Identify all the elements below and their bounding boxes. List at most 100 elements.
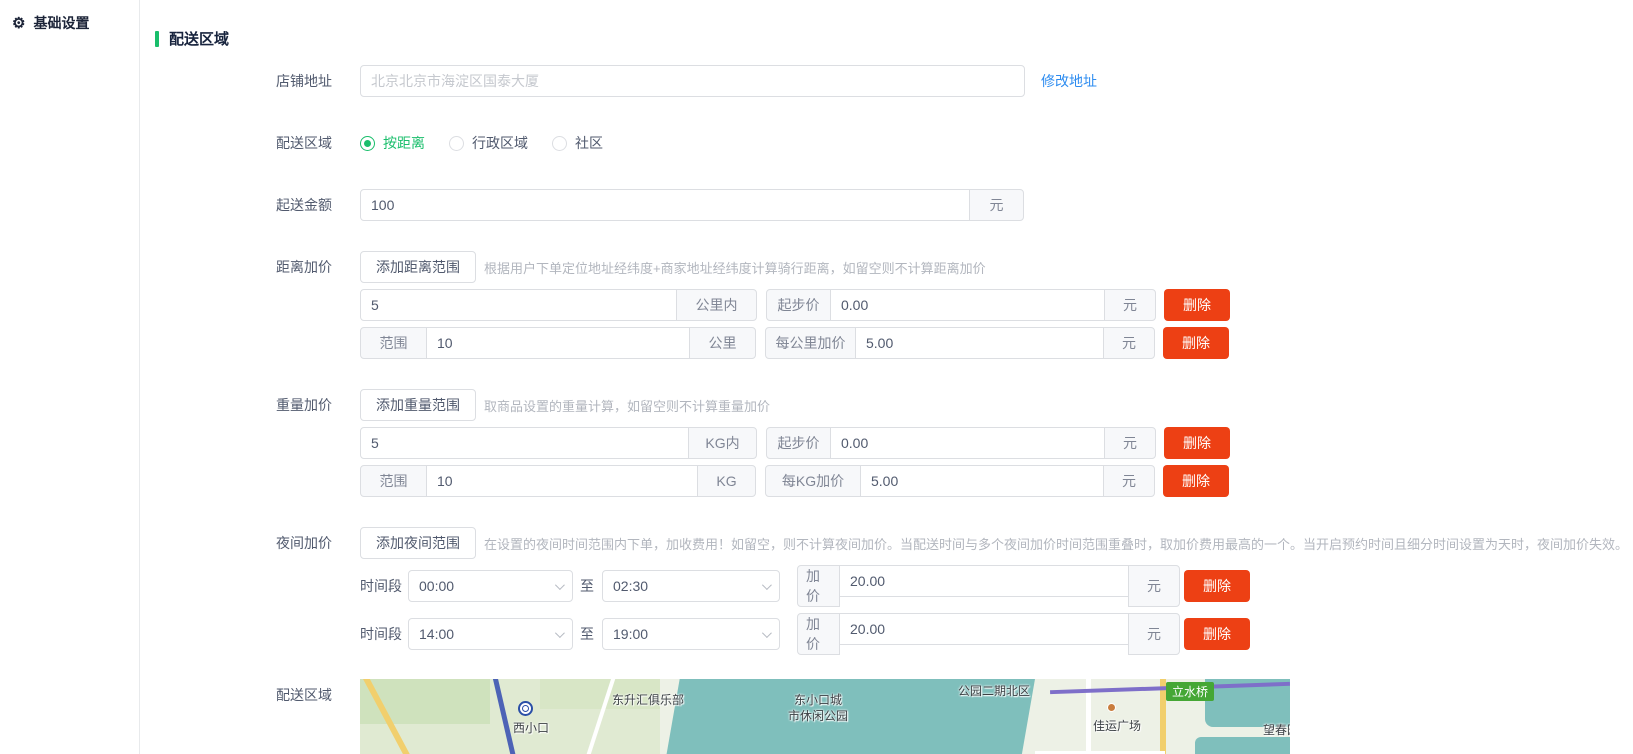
km-suffix: 公里 (689, 327, 756, 359)
chevron-down-icon (555, 628, 565, 638)
weight-label: 重量加价 (140, 389, 360, 421)
area-type-radio-group: 按距离 行政区域 社区 (360, 127, 627, 159)
radio-community[interactable]: 社区 (552, 127, 603, 159)
delete-button[interactable]: 删除 (1184, 618, 1250, 650)
map-row: 配送区域 东升汇俱乐部 (140, 679, 1633, 754)
distance-range-input[interactable] (426, 327, 690, 359)
delete-button[interactable]: 删除 (1164, 289, 1230, 321)
area-type-label: 配送区域 (140, 127, 360, 159)
delete-button[interactable]: 删除 (1163, 465, 1229, 497)
kg-within-suffix: KG内 (688, 427, 757, 459)
chevron-down-icon (762, 580, 772, 590)
radio-unselected-icon (449, 136, 464, 151)
distance-limit-input[interactable] (360, 289, 677, 321)
yuan-suffix: 元 (1128, 565, 1180, 607)
distance-toolbar: 添加距离范围 根据用户下单定位地址经纬度+商家地址经纬度计算骑行距离，如留空则不… (360, 251, 1230, 283)
yuan-suffix: 元 (1104, 289, 1156, 321)
weight-base-price-input[interactable] (830, 427, 1105, 459)
weight-toolbar: 添加重量范围 取商品设置的重量计算，如留空则不计算重量加价 (360, 389, 1230, 421)
min-amount-controls: 元 (360, 189, 1024, 221)
page-title: 配送区域 (169, 28, 229, 49)
map-water-right-bottom (1195, 737, 1290, 754)
delete-button[interactable]: 删除 (1184, 570, 1250, 602)
store-address-controls: 修改地址 (360, 65, 1097, 97)
add-weight-range-button[interactable]: 添加重量范围 (360, 389, 476, 421)
night-row-2: 时间段 14:00 至 19:00 加价 元 删除 (360, 613, 1628, 655)
radio-by-distance[interactable]: 按距离 (360, 127, 425, 159)
radio-selected-icon (360, 136, 375, 151)
distance-controls: 添加距离范围 根据用户下单定位地址经纬度+商家地址经纬度计算骑行距离，如留空则不… (360, 251, 1230, 359)
add-distance-range-button[interactable]: 添加距离范围 (360, 251, 476, 283)
metro-icon (518, 701, 533, 716)
weight-limit-group: KG内 (360, 427, 757, 459)
min-amount-input[interactable] (360, 189, 970, 221)
map-label-jiayun-plaza: 佳运广场 (1093, 717, 1141, 734)
surcharge-prefix: 加价 (797, 565, 840, 607)
distance-row-2: 范围 公里 每公里加价 元 删除 (360, 327, 1230, 359)
night-end-select[interactable]: 02:30 (602, 570, 780, 602)
yuan-suffix: 元 (1104, 427, 1156, 459)
night-price-input[interactable] (839, 613, 1129, 645)
delivery-map[interactable]: 东升汇俱乐部 西小口 东小口城 市休闲公园 公园二期北区 佳运广场 立水桥 望春… (360, 679, 1290, 754)
distance-base-price-input[interactable] (830, 289, 1105, 321)
select-value: 02:30 (613, 578, 648, 594)
sidebar-item-label: 基础设置 (33, 13, 89, 33)
per-kg-price-input[interactable] (860, 465, 1104, 497)
night-toolbar: 添加夜间范围 在设置的夜间时间范围内下单，加收费用！如留空，则不计算夜间加价。当… (360, 527, 1628, 559)
night-row-1: 时间段 00:00 至 02:30 加价 元 删除 (360, 565, 1628, 607)
weight-limit-input[interactable] (360, 427, 689, 459)
delete-button[interactable]: 删除 (1164, 427, 1230, 459)
kg-suffix: KG (697, 465, 756, 497)
distance-hint: 根据用户下单定位地址经纬度+商家地址经纬度计算骑行距离，如留空则不计算距离加价 (484, 258, 986, 277)
distance-surcharge-section: 距离加价 添加距离范围 根据用户下单定位地址经纬度+商家地址经纬度计算骑行距离，… (140, 251, 1633, 359)
night-label: 夜间加价 (140, 527, 360, 559)
map-label-park-line1: 东小口城 (788, 692, 848, 708)
night-hint: 在设置的夜间时间范围内下单，加收费用！如留空，则不计算夜间加价。当配送时间与多个… (484, 534, 1628, 553)
distance-base-price-group: 起步价 元 (766, 289, 1156, 321)
chevron-down-icon (555, 580, 565, 590)
poi-icon (1107, 703, 1116, 712)
map-label-xixiaokou: 西小口 (513, 719, 549, 736)
edit-address-link[interactable]: 修改地址 (1041, 65, 1097, 97)
night-surcharge-section: 夜间加价 添加夜间范围 在设置的夜间时间范围内下单，加收费用！如留空，则不计算夜… (140, 527, 1633, 655)
delete-button[interactable]: 删除 (1163, 327, 1229, 359)
night-end-select[interactable]: 19:00 (602, 618, 780, 650)
to-label: 至 (580, 570, 594, 602)
main-content: 配送区域 店铺地址 修改地址 配送区域 按距离 行政区域 (140, 0, 1633, 754)
map-label-park-north: 公园二期北区 (958, 682, 1030, 699)
radio-admin-region[interactable]: 行政区域 (449, 127, 528, 159)
night-start-select[interactable]: 14:00 (408, 618, 573, 650)
min-amount-row: 起送金额 元 (140, 189, 1633, 221)
night-controls: 添加夜间范围 在设置的夜间时间范围内下单，加收费用！如留空，则不计算夜间加价。当… (360, 527, 1628, 655)
yuan-suffix: 元 (1103, 327, 1155, 359)
add-night-range-button[interactable]: 添加夜间范围 (360, 527, 476, 559)
km-within-suffix: 公里内 (676, 289, 757, 321)
per-kg-price-group: 每KG加价 元 (765, 465, 1155, 497)
per-km-prefix: 每公里加价 (765, 327, 856, 359)
distance-label: 距离加价 (140, 251, 360, 283)
min-amount-group: 元 (360, 189, 1024, 221)
night-start-select[interactable]: 00:00 (408, 570, 573, 602)
night-price-input[interactable] (839, 565, 1129, 597)
map-label-lishuiqiao: 立水桥 (1166, 682, 1214, 701)
per-km-price-input[interactable] (855, 327, 1104, 359)
weight-range-input[interactable] (426, 465, 698, 497)
per-km-price-group: 每公里加价 元 (765, 327, 1155, 359)
weight-row-1: KG内 起步价 元 删除 (360, 427, 1230, 459)
store-address-row: 店铺地址 修改地址 (140, 65, 1633, 97)
weight-controls: 添加重量范围 取商品设置的重量计算，如留空则不计算重量加价 KG内 起步价 元 … (360, 389, 1230, 497)
area-type-row: 配送区域 按距离 行政区域 社区 (140, 127, 1633, 159)
per-kg-prefix: 每KG加价 (765, 465, 861, 497)
period-label: 时间段 (360, 618, 402, 650)
map-label-text: 配送区域 (140, 679, 360, 711)
distance-range-group: 范围 公里 (360, 327, 756, 359)
surcharge-prefix: 加价 (797, 613, 840, 655)
map-label-park: 东小口城 市休闲公园 (788, 692, 848, 724)
range-prefix: 范围 (360, 465, 427, 497)
sidebar-item-basic-settings[interactable]: ⚙ 基础设置 (0, 0, 139, 46)
chevron-down-icon (762, 628, 772, 638)
weight-hint: 取商品设置的重量计算，如留空则不计算重量加价 (484, 396, 770, 415)
store-address-label: 店铺地址 (140, 65, 360, 97)
base-price-prefix: 起步价 (766, 289, 831, 321)
store-address-input[interactable] (360, 65, 1025, 97)
